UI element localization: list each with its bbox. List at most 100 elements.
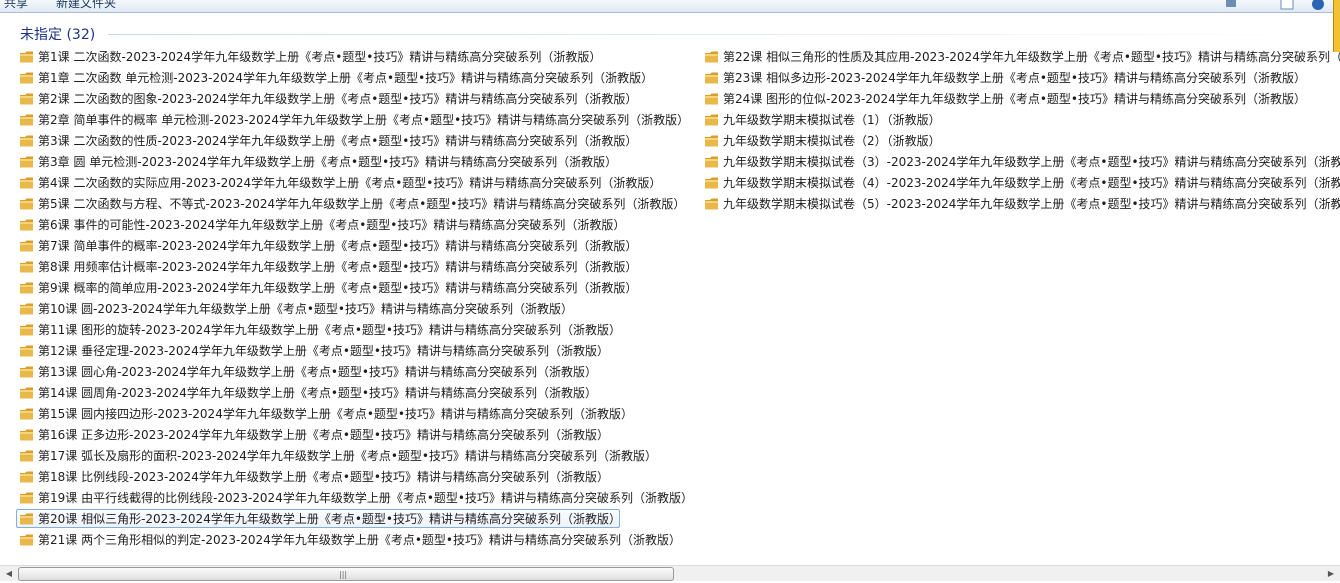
folder-name: 第1章 二次函数 单元检测-2023-2024学年九年级数学上册《考点•题型•技… xyxy=(38,71,654,85)
folder-item[interactable]: 第9课 概率的简单应用-2023-2024学年九年级数学上册《考点•题型•技巧》… xyxy=(16,278,698,297)
folder-icon xyxy=(705,177,718,188)
folder-icon xyxy=(20,219,33,230)
folder-item[interactable]: 第3章 圆 单元检测-2023-2024学年九年级数学上册《考点•题型•技巧》精… xyxy=(16,152,698,171)
folder-name: 九年级数学期末模拟试卷（1）（浙教版） xyxy=(723,113,941,127)
folder-name: 第9课 概率的简单应用-2023-2024学年九年级数学上册《考点•题型•技巧》… xyxy=(38,281,638,295)
folder-name: 第16课 正多边形-2023-2024学年九年级数学上册《考点•题型•技巧》精讲… xyxy=(38,428,609,442)
folder-item[interactable]: 第6课 事件的可能性-2023-2024学年九年级数学上册《考点•题型•技巧》精… xyxy=(16,215,698,234)
folder-icon xyxy=(20,345,33,356)
folder-icon xyxy=(705,198,718,209)
folder-icon xyxy=(20,156,33,167)
folder-item[interactable]: 第16课 正多边形-2023-2024学年九年级数学上册《考点•题型•技巧》精讲… xyxy=(16,425,698,444)
folder-icon xyxy=(20,534,33,545)
folder-name: 第21课 两个三角形相似的判定-2023-2024学年九年级数学上册《考点•题型… xyxy=(38,533,681,547)
folder-name: 九年级数学期末模拟试卷（5）-2023-2024学年九年级数学上册《考点•题型•… xyxy=(723,197,1340,211)
folder-item[interactable]: 第22课 相似三角形的性质及其应用-2023-2024学年九年级数学上册《考点•… xyxy=(701,47,1340,66)
folder-icon xyxy=(20,429,33,440)
folder-name: 第14课 圆周角-2023-2024学年九年级数学上册《考点•题型•技巧》精讲与… xyxy=(38,386,597,400)
folder-item[interactable]: 第2章 简单事件的概率 单元检测-2023-2024学年九年级数学上册《考点•题… xyxy=(16,110,698,129)
folder-item[interactable]: 第4课 二次函数的实际应用-2023-2024学年九年级数学上册《考点•题型•技… xyxy=(16,173,698,192)
folder-icon xyxy=(20,240,33,251)
folder-icon xyxy=(20,387,33,398)
folder-icon xyxy=(20,114,33,125)
folder-icon xyxy=(20,261,33,272)
folder-item[interactable]: 第8课 用频率估计概率-2023-2024学年九年级数学上册《考点•题型•技巧》… xyxy=(16,257,698,276)
folder-item[interactable]: 第17课 弧长及扇形的面积-2023-2024学年九年级数学上册《考点•题型•技… xyxy=(16,446,698,465)
folder-icon xyxy=(20,282,33,293)
folder-item[interactable]: 九年级数学期末模拟试卷（2）（浙教版） xyxy=(701,131,1340,150)
folder-icon xyxy=(20,408,33,419)
folder-item[interactable]: 第23课 相似多边形-2023-2024学年九年级数学上册《考点•题型•技巧》精… xyxy=(701,68,1340,87)
folder-item[interactable]: 第5课 二次函数与方程、不等式-2023-2024学年九年级数学上册《考点•题型… xyxy=(16,194,698,213)
folder-name: 第15课 圆内接四边形-2023-2024学年九年级数学上册《考点•题型•技巧》… xyxy=(38,407,633,421)
folder-item[interactable]: 第12课 垂径定理-2023-2024学年九年级数学上册《考点•题型•技巧》精讲… xyxy=(16,341,698,360)
file-list-right-column: 第22课 相似三角形的性质及其应用-2023-2024学年九年级数学上册《考点•… xyxy=(701,47,1340,215)
folder-icon xyxy=(20,93,33,104)
folder-name: 第18课 比例线段-2023-2024学年九年级数学上册《考点•题型•技巧》精讲… xyxy=(38,470,609,484)
view-options-icon[interactable] xyxy=(1224,0,1238,10)
folder-icon xyxy=(20,198,33,209)
folder-icon xyxy=(705,114,718,125)
folder-name: 第2课 二次函数的图象-2023-2024学年九年级数学上册《考点•题型•技巧》… xyxy=(38,92,638,106)
folder-icon xyxy=(20,303,33,314)
folder-name: 第7课 简单事件的概率-2023-2024学年九年级数学上册《考点•题型•技巧》… xyxy=(38,239,638,253)
folder-name: 第11课 图形的旋转-2023-2024学年九年级数学上册《考点•题型•技巧》精… xyxy=(38,323,621,337)
folder-icon xyxy=(20,513,33,524)
group-divider xyxy=(108,34,1332,35)
help-icon[interactable] xyxy=(1311,0,1325,10)
folder-icon xyxy=(20,366,33,377)
folder-item[interactable]: 第19课 由平行线截得的比例线段-2023-2024学年九年级数学上册《考点•题… xyxy=(16,488,698,507)
folder-name: 第13课 圆心角-2023-2024学年九年级数学上册《考点•题型•技巧》精讲与… xyxy=(38,365,597,379)
folder-icon xyxy=(20,72,33,83)
folder-name: 第20课 相似三角形-2023-2024学年九年级数学上册《考点•题型•技巧》精… xyxy=(38,512,621,526)
folder-icon xyxy=(20,471,33,482)
folder-item[interactable]: 九年级数学期末模拟试卷（1）（浙教版） xyxy=(701,110,1340,129)
folder-name: 第17课 弧长及扇形的面积-2023-2024学年九年级数学上册《考点•题型•技… xyxy=(38,449,657,463)
folder-item[interactable]: 第14课 圆周角-2023-2024学年九年级数学上册《考点•题型•技巧》精讲与… xyxy=(16,383,698,402)
preview-pane-icon[interactable] xyxy=(1280,0,1294,10)
folder-icon xyxy=(20,135,33,146)
folder-name: 第24课 图形的位似-2023-2024学年九年级数学上册《考点•题型•技巧》精… xyxy=(723,92,1306,106)
arrow-left-icon[interactable]: ◀ xyxy=(3,568,15,579)
horizontal-scrollbar[interactable]: ◀ ||| ▶ xyxy=(0,565,1340,581)
folder-item[interactable]: 第24课 图形的位似-2023-2024学年九年级数学上册《考点•题型•技巧》精… xyxy=(701,89,1340,108)
folder-name: 第5课 二次函数与方程、不等式-2023-2024学年九年级数学上册《考点•题型… xyxy=(38,197,686,211)
folder-item[interactable]: 第15课 圆内接四边形-2023-2024学年九年级数学上册《考点•题型•技巧》… xyxy=(16,404,698,423)
folder-icon xyxy=(20,324,33,335)
arrow-right-icon[interactable]: ▶ xyxy=(1325,568,1337,579)
folder-item[interactable]: 第3课 二次函数的性质-2023-2024学年九年级数学上册《考点•题型•技巧》… xyxy=(16,131,698,150)
window-edge-accent xyxy=(1333,0,1340,52)
folder-icon xyxy=(20,51,33,62)
folder-name: 九年级数学期末模拟试卷（2）（浙教版） xyxy=(723,134,941,148)
folder-item[interactable]: 九年级数学期末模拟试卷（3）-2023-2024学年九年级数学上册《考点•题型•… xyxy=(701,152,1340,171)
folder-name: 第3章 圆 单元检测-2023-2024学年九年级数学上册《考点•题型•技巧》精… xyxy=(38,155,618,169)
scrollbar-thumb[interactable]: ||| xyxy=(18,567,674,581)
share-button[interactable]: 共享 xyxy=(4,0,28,11)
folder-item[interactable]: 九年级数学期末模拟试卷（4）-2023-2024学年九年级数学上册《考点•题型•… xyxy=(701,173,1340,192)
group-header[interactable]: 未指定 (32) xyxy=(20,24,95,44)
folder-item[interactable]: 第11课 图形的旋转-2023-2024学年九年级数学上册《考点•题型•技巧》精… xyxy=(16,320,698,339)
folder-item[interactable]: 第1章 二次函数 单元检测-2023-2024学年九年级数学上册《考点•题型•技… xyxy=(16,68,698,87)
folder-name: 第8课 用频率估计概率-2023-2024学年九年级数学上册《考点•题型•技巧》… xyxy=(38,260,638,274)
folder-item[interactable]: 第13课 圆心角-2023-2024学年九年级数学上册《考点•题型•技巧》精讲与… xyxy=(16,362,698,381)
folder-name: 第6课 事件的可能性-2023-2024学年九年级数学上册《考点•题型•技巧》精… xyxy=(38,218,626,232)
folder-item[interactable]: 第7课 简单事件的概率-2023-2024学年九年级数学上册《考点•题型•技巧》… xyxy=(16,236,698,255)
folder-item[interactable]: 第18课 比例线段-2023-2024学年九年级数学上册《考点•题型•技巧》精讲… xyxy=(16,467,698,486)
folder-icon xyxy=(705,156,718,167)
folder-item[interactable]: 九年级数学期末模拟试卷（5）-2023-2024学年九年级数学上册《考点•题型•… xyxy=(701,194,1340,213)
grip-icon: ||| xyxy=(339,570,348,579)
folder-item[interactable]: 第20课 相似三角形-2023-2024学年九年级数学上册《考点•题型•技巧》精… xyxy=(16,509,621,528)
folder-name: 第1课 二次函数-2023-2024学年九年级数学上册《考点•题型•技巧》精讲与… xyxy=(38,50,602,64)
new-folder-button[interactable]: 新建文件夹 xyxy=(56,0,116,11)
folder-item[interactable]: 第1课 二次函数-2023-2024学年九年级数学上册《考点•题型•技巧》精讲与… xyxy=(16,47,698,66)
folder-icon xyxy=(20,450,33,461)
folder-name: 第10课 圆-2023-2024学年九年级数学上册《考点•题型•技巧》精讲与精练… xyxy=(38,302,573,316)
folder-item[interactable]: 第2课 二次函数的图象-2023-2024学年九年级数学上册《考点•题型•技巧》… xyxy=(16,89,698,108)
file-list-left-column: 第1课 二次函数-2023-2024学年九年级数学上册《考点•题型•技巧》精讲与… xyxy=(16,47,698,551)
folder-name: 第4课 二次函数的实际应用-2023-2024学年九年级数学上册《考点•题型•技… xyxy=(38,176,662,190)
folder-item[interactable]: 第10课 圆-2023-2024学年九年级数学上册《考点•题型•技巧》精讲与精练… xyxy=(16,299,698,318)
folder-icon xyxy=(20,492,33,503)
folder-name: 九年级数学期末模拟试卷（3）-2023-2024学年九年级数学上册《考点•题型•… xyxy=(723,155,1340,169)
folder-item[interactable]: 第21课 两个三角形相似的判定-2023-2024学年九年级数学上册《考点•题型… xyxy=(16,530,698,549)
command-bar: 共享 新建文件夹 xyxy=(0,0,1340,13)
